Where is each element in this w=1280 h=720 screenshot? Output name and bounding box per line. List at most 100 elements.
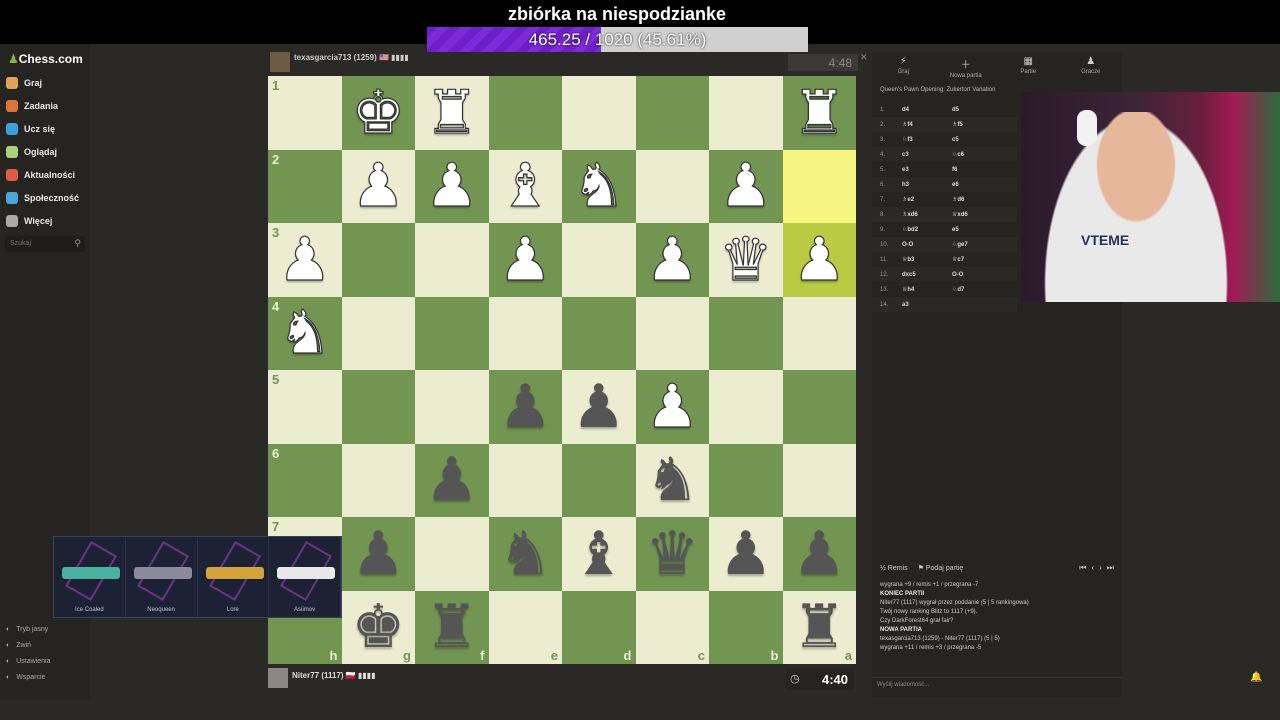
board-square[interactable] [415, 296, 489, 370]
white-move[interactable]: ♘bd2 [902, 226, 952, 233]
search-icon[interactable]: ⚲ [74, 238, 81, 249]
board-square[interactable]: 4 ♞ [268, 296, 342, 370]
resign-button[interactable]: ⚑ Podaj partię [918, 564, 964, 572]
board-square[interactable] [341, 443, 415, 517]
notification-bell-icon[interactable]: 🔔 [1250, 672, 1262, 683]
last-move-icon[interactable]: ⏭ [1107, 563, 1114, 573]
black-move[interactable]: ♕xd6 [952, 211, 1002, 218]
footer-item[interactable]: ◐ Wsparcie [6, 674, 45, 681]
black-king-icon[interactable]: ♚ [351, 597, 405, 657]
board-square[interactable]: 2 [268, 149, 342, 223]
sidebar-item-0[interactable]: Graj [6, 74, 42, 92]
white-move[interactable]: ♘f3 [902, 136, 952, 143]
black-move[interactable]: e6 [952, 182, 1002, 188]
board-square[interactable] [782, 443, 856, 517]
white-move[interactable]: ♗e2 [902, 196, 952, 203]
white-rook-icon[interactable]: ♜ [792, 82, 847, 143]
board-square[interactable]: ♝ [488, 149, 562, 223]
white-pawn-icon[interactable]: ♟ [277, 229, 332, 290]
board-square[interactable]: ♟ [782, 223, 856, 297]
sidebar-item-6[interactable]: Więcej [6, 212, 52, 230]
black-move[interactable]: c5 [952, 137, 1002, 143]
board-square[interactable] [415, 223, 489, 297]
board-square[interactable]: ♞ [488, 517, 562, 591]
white-move[interactable]: dxc5 [902, 272, 952, 278]
board-square[interactable] [415, 370, 489, 444]
board-square[interactable]: ♞ [562, 149, 636, 223]
board-square[interactable]: ♟ [635, 223, 709, 297]
board-square[interactable]: b [709, 590, 783, 664]
black-pawn-icon[interactable]: ♟ [498, 377, 552, 437]
board-square[interactable] [341, 370, 415, 444]
black-pawn-icon[interactable]: ♟ [792, 524, 846, 584]
white-knight-icon[interactable]: ♞ [571, 156, 626, 217]
white-pawn-icon[interactable]: ♟ [645, 376, 700, 437]
board-square[interactable] [782, 296, 856, 370]
board-square[interactable] [709, 443, 783, 517]
board-square[interactable]: ♟ [341, 517, 415, 591]
white-bishop-icon[interactable]: ♝ [498, 156, 553, 217]
white-move[interactable]: c3 [902, 152, 952, 158]
board-square[interactable]: ♟ [341, 149, 415, 223]
sidebar-item-1[interactable]: Zadania [6, 97, 58, 115]
search-input[interactable]: Szukaj ⚲ [5, 236, 85, 252]
panel-tab[interactable]: ＋ Nowa partia [935, 52, 998, 82]
board-square[interactable]: 3 ♟ [268, 223, 342, 297]
black-pawn-icon[interactable]: ♟ [351, 524, 405, 584]
black-bishop-icon[interactable]: ♝ [572, 524, 626, 584]
white-move[interactable]: ♕b3 [902, 256, 952, 263]
board-square[interactable]: ♛ [709, 223, 783, 297]
board-square[interactable]: g ♚ [341, 590, 415, 664]
white-rook-icon[interactable]: ♜ [424, 82, 479, 143]
next-move-icon[interactable]: › [1099, 563, 1102, 573]
board-square[interactable]: ♜ [782, 76, 856, 150]
board-square[interactable]: ♟ [488, 223, 562, 297]
black-knight-icon[interactable]: ♞ [498, 524, 552, 584]
black-move[interactable]: ♗d6 [952, 196, 1002, 203]
board-square[interactable]: c [635, 590, 709, 664]
draw-button[interactable]: ½ Remis [880, 565, 908, 572]
board-square[interactable] [488, 443, 562, 517]
board-square[interactable] [709, 296, 783, 370]
board-square[interactable]: a ♜ [782, 590, 856, 664]
board-square[interactable] [488, 76, 562, 150]
board-square[interactable] [341, 223, 415, 297]
white-move[interactable]: h3 [902, 182, 952, 188]
footer-item[interactable]: ◐ Ustawienia [6, 658, 50, 665]
black-move[interactable]: ♘c6 [952, 151, 1002, 158]
black-knight-icon[interactable]: ♞ [645, 450, 699, 510]
chat-input[interactable]: Wyślij wiadomość... [872, 677, 1122, 691]
white-pawn-icon[interactable]: ♟ [718, 156, 773, 217]
close-icon[interactable]: ✕ [860, 52, 868, 63]
board-square[interactable] [415, 517, 489, 591]
panel-tab[interactable]: ▦ Partie [997, 52, 1060, 82]
board-square[interactable] [782, 370, 856, 444]
board-square[interactable] [562, 296, 636, 370]
white-move[interactable]: ♗f4 [902, 121, 952, 128]
chess-board[interactable]: 1♚♜♜2♟♟♝♞♟3♟♟♟♛♟4♞5♟♟♟6♟♞7♟♞♝♛♟♟8hg♚f♜ed… [268, 76, 856, 664]
board-square[interactable]: ♟ [562, 370, 636, 444]
board-square[interactable]: 1 [268, 76, 342, 150]
white-pawn-icon[interactable]: ♟ [792, 229, 847, 290]
white-move[interactable]: ♕h4 [902, 286, 952, 293]
black-move[interactable]: e5 [952, 227, 1002, 233]
board-square[interactable]: ♟ [488, 370, 562, 444]
white-move[interactable]: d4 [902, 107, 952, 113]
board-square[interactable] [635, 296, 709, 370]
prev-move-icon[interactable]: ‹ [1091, 563, 1094, 573]
white-move[interactable]: e3 [902, 167, 952, 173]
sidebar-item-3[interactable]: Oglądaj [6, 143, 57, 161]
board-square[interactable]: e [488, 590, 562, 664]
board-square[interactable]: f ♜ [415, 590, 489, 664]
sidebar-item-2[interactable]: Ucz się [6, 120, 55, 138]
board-square[interactable]: ♚ [341, 76, 415, 150]
board-square[interactable]: ♟ [782, 517, 856, 591]
board-square[interactable]: ♛ [635, 517, 709, 591]
board-square[interactable]: ♟ [415, 443, 489, 517]
top-player-name[interactable]: texasgarcia713 (1259) 🇺🇸 ▮▮▮▮ [294, 53, 409, 62]
board-square[interactable]: 6 [268, 443, 342, 517]
white-king-icon[interactable]: ♚ [351, 82, 406, 143]
board-square[interactable]: ♜ [415, 76, 489, 150]
black-move[interactable]: ♗f5 [952, 121, 1002, 128]
black-rook-icon[interactable]: ♜ [425, 597, 479, 657]
